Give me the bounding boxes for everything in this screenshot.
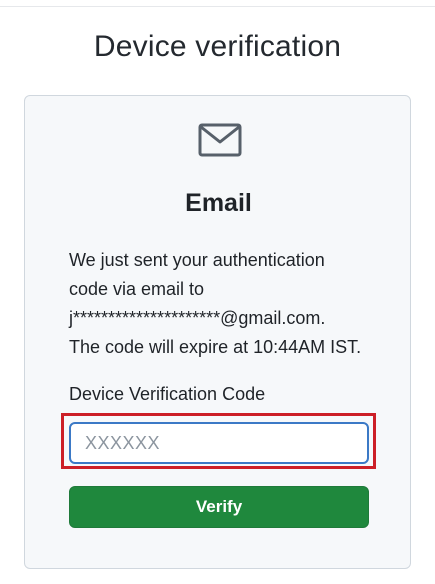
verify-button[interactable]: Verify (69, 486, 369, 528)
mail-icon (198, 123, 242, 157)
expiry-notice: The code will expire at 10:44AM IST. (69, 337, 362, 357)
verification-code-label: Device Verification Code (69, 384, 266, 404)
message-line: code via email to (69, 279, 205, 299)
card-heading: Email (185, 189, 252, 217)
top-divider (0, 6, 435, 7)
verification-code-input[interactable] (69, 422, 369, 464)
verification-card: Email We just sent your authentication c… (24, 95, 411, 569)
message-line: We just sent your authentication (69, 250, 325, 270)
verification-message: We just sent your authentication code vi… (69, 246, 379, 362)
page-title: Device verification (93, 30, 342, 63)
masked-email: j*********************@gmail.com. (69, 308, 326, 328)
